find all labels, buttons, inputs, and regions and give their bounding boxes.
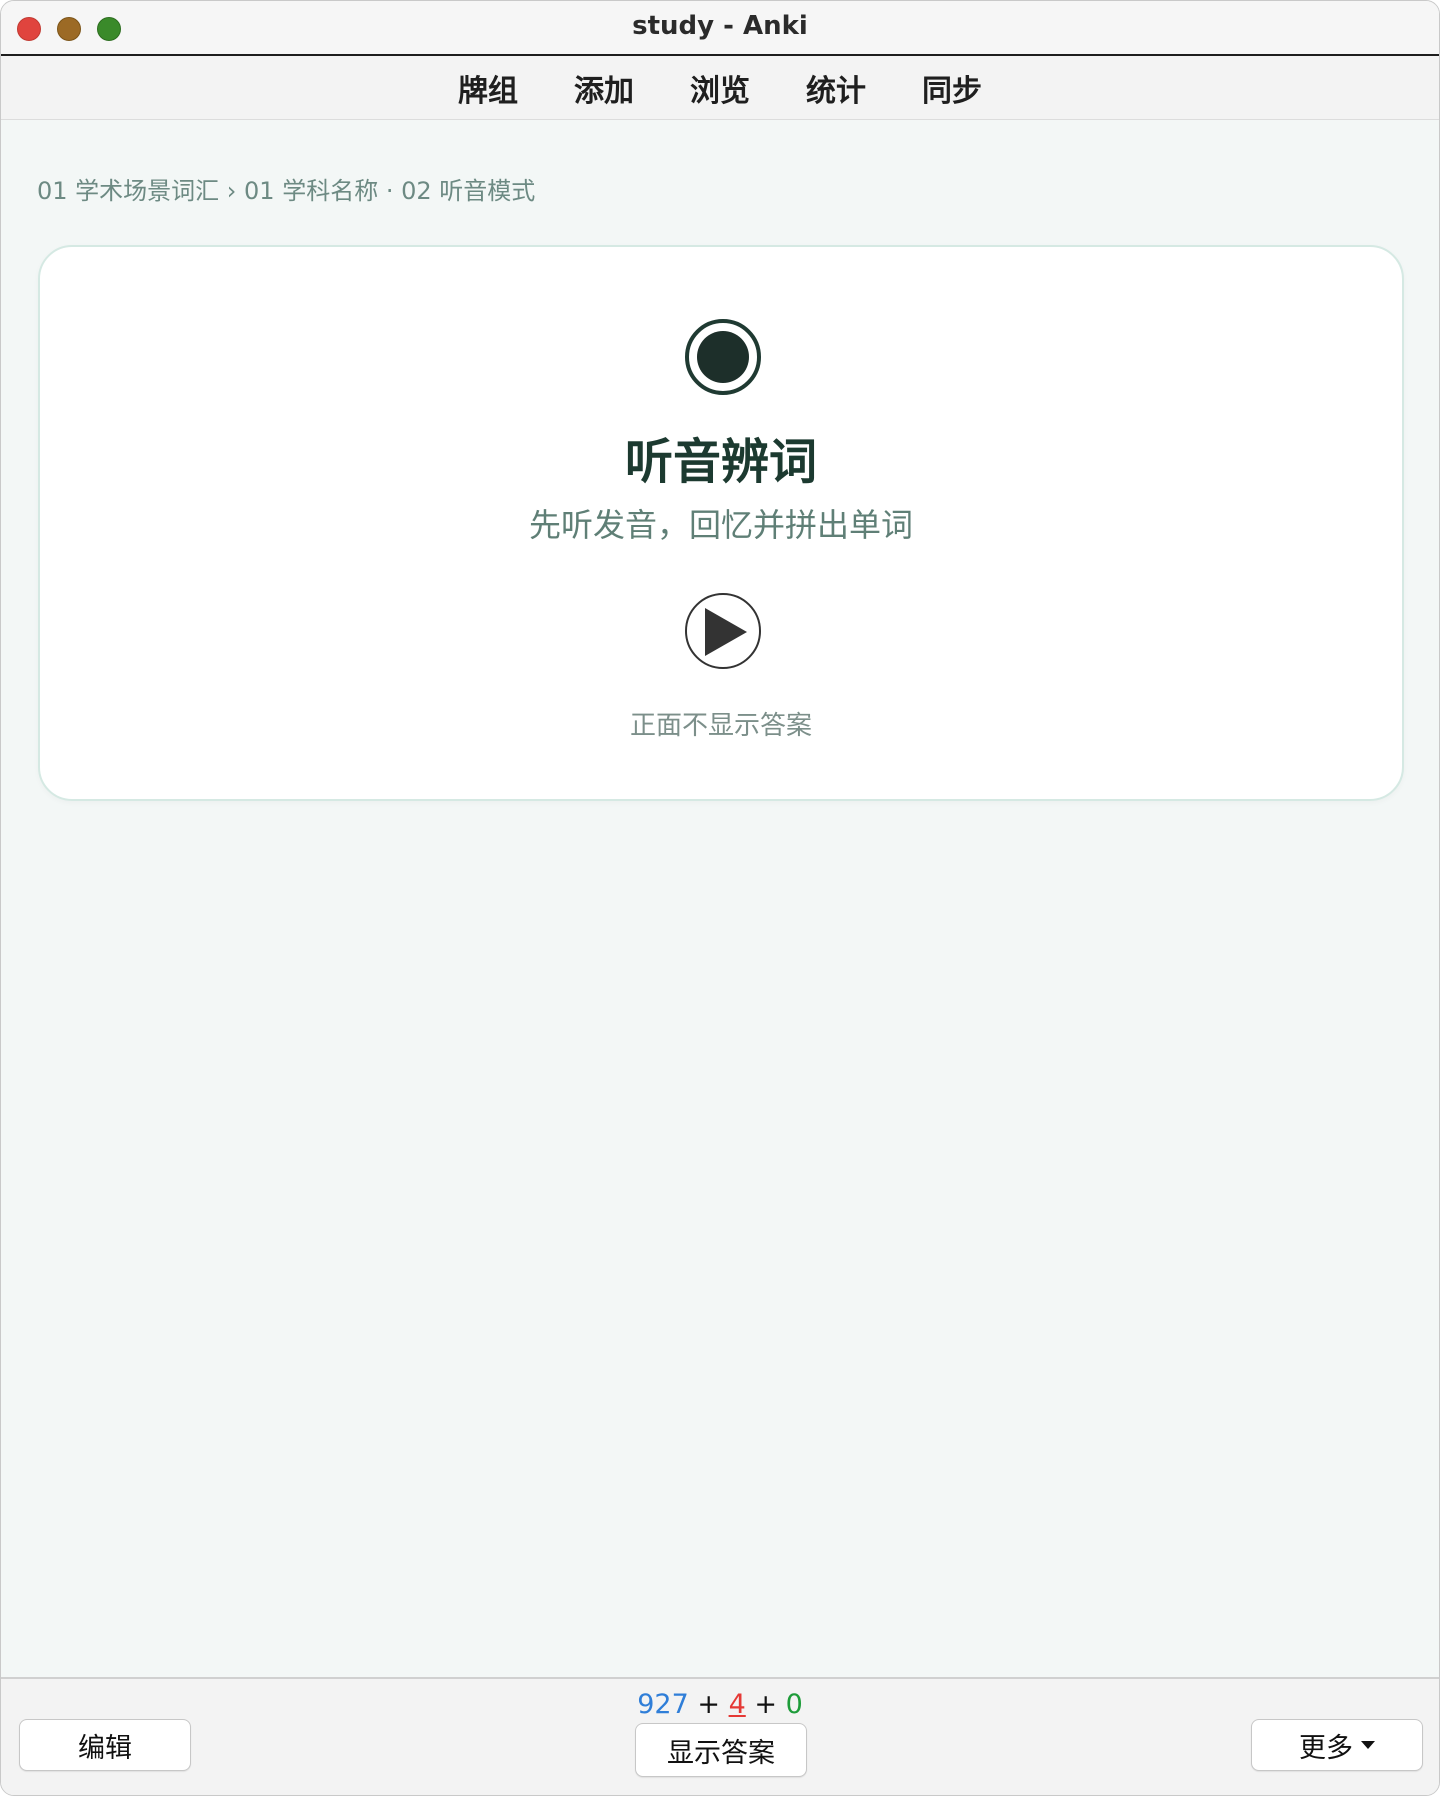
edit-button-label: 编辑 xyxy=(78,1732,132,1764)
anki-window: study - Anki 牌组 添加 浏览 统计 同步 01 学术场景词汇 › … xyxy=(0,0,1440,1796)
top-nav: 牌组 添加 浏览 统计 同步 xyxy=(1,56,1439,120)
nav-browse[interactable]: 浏览 xyxy=(662,66,778,110)
nav-add[interactable]: 添加 xyxy=(546,66,662,110)
card-title: 听音辨词 xyxy=(624,434,817,490)
show-answer-label: 显示答案 xyxy=(667,1737,775,1769)
review-card: 听音辨词 先听发音，回忆并拼出单词 正面不显示答案 xyxy=(38,245,1404,801)
edit-button[interactable]: 编辑 xyxy=(19,1719,191,1771)
chevron-down-icon xyxy=(1361,1741,1375,1749)
window-title: study - Anki xyxy=(632,11,808,41)
nav-sync[interactable]: 同步 xyxy=(894,66,1010,110)
record-dot xyxy=(697,331,749,383)
play-icon xyxy=(705,608,747,656)
count-separator: + xyxy=(754,1689,777,1720)
bottom-bar: 927 + 4 + 0 编辑 显示答案 更多 xyxy=(1,1677,1439,1795)
more-button-label: 更多 xyxy=(1299,1732,1353,1764)
card-subtitle: 先听发音，回忆并拼出单词 xyxy=(528,506,913,544)
show-answer-button[interactable]: 显示答案 xyxy=(635,1723,807,1777)
deck-breadcrumb: 01 学术场景词汇 › 01 学科名称 · 02 听音模式 xyxy=(37,177,536,205)
record-icon xyxy=(685,319,761,395)
card-note: 正面不显示答案 xyxy=(629,711,812,741)
play-audio-button[interactable] xyxy=(685,593,761,669)
due-counts: 927 + 4 + 0 xyxy=(1,1689,1439,1720)
review-count: 0 xyxy=(785,1689,803,1720)
more-button[interactable]: 更多 xyxy=(1251,1719,1423,1771)
nav-stats[interactable]: 统计 xyxy=(778,66,894,110)
learn-count: 4 xyxy=(728,1689,746,1720)
title-bar: study - Anki xyxy=(1,1,1439,56)
nav-decks[interactable]: 牌组 xyxy=(430,66,546,110)
new-count: 927 xyxy=(637,1689,689,1720)
count-separator: + xyxy=(697,1689,720,1720)
